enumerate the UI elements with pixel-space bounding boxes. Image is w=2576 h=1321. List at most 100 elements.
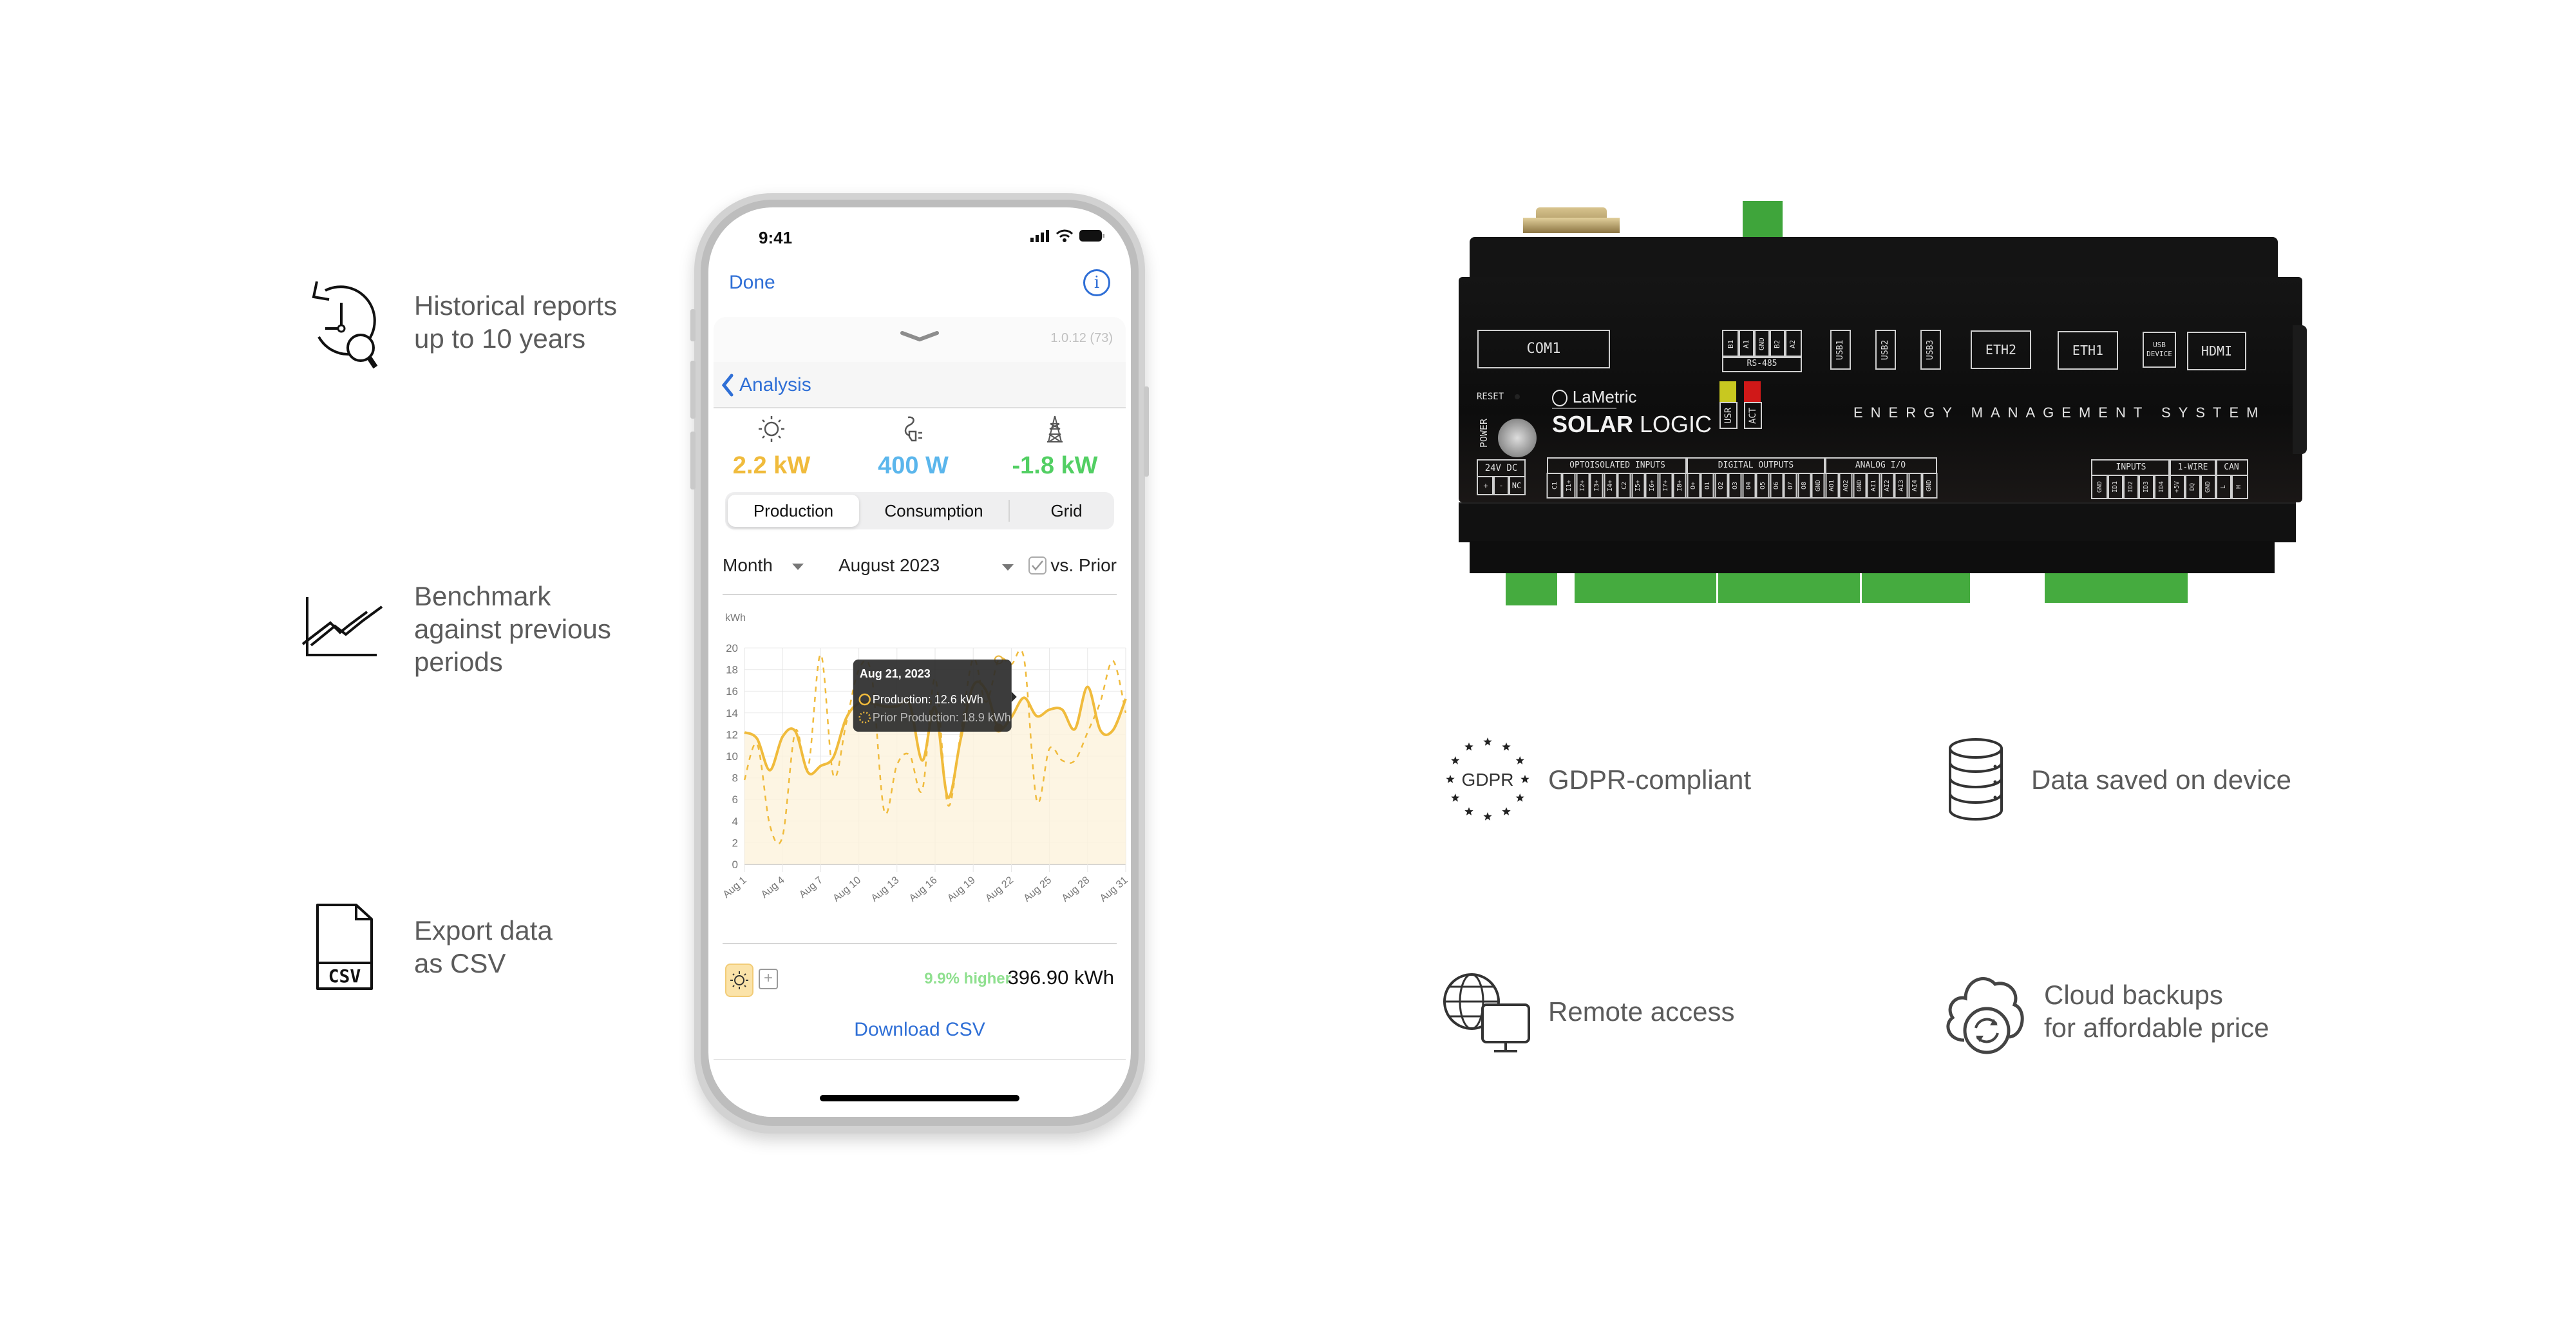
y-tick-label: 4 [732,815,738,828]
nav-bar: Analysis [714,362,1126,408]
remote-access-icon [1443,973,1530,1052]
star-icon [1446,775,1455,783]
production-toggle-button[interactable] [725,964,753,997]
production-chart[interactable]: kWh 0 2 4 6 8 10 12 14 16 18 20 Aug 1 Aug 4 Aug 7 Aug 1… [720,602,1131,924]
io-group-label: ANALOG I/O [1824,457,1937,474]
lametric-logo-icon [1552,389,1567,406]
energy-management-label: ENERGY MANAGEMENT SYSTEM [1853,404,2266,421]
rs485-terminal-block [1743,201,1783,237]
x-tick-label: Aug 22 [983,875,1016,904]
feature-cloud-backups: Cloud backups for affordable price [1938,966,2269,1056]
month-select[interactable]: August 2023 [838,555,1014,576]
device-lower-rail [1459,502,2296,542]
period-select[interactable]: Month [723,555,804,576]
phone-screen: 9:41 Done i 1.0.12 (73) Analysis 2.2 kW [708,207,1131,1117]
rs485-label: B1 A1 GND B2 A2 RS-485 [1722,330,1802,372]
feature-text: Benchmark against previous periods [414,581,611,677]
wifi-icon [1056,229,1073,242]
chevron-down-icon[interactable] [900,330,939,343]
star-icon [1464,742,1473,751]
y-tick-label: 6 [732,794,738,806]
act-led [1744,381,1761,402]
phone-mockup: 9:41 Done i 1.0.12 (73) Analysis 2.2 kW [690,193,1149,1134]
power-button[interactable] [1498,419,1537,457]
power-input-label: 24V DC + - NC [1477,459,1526,495]
aux-terminal-block [2045,573,2188,603]
back-button[interactable]: Analysis [721,374,811,397]
compare-prior-toggle[interactable]: vs. Prior [1028,555,1117,576]
analysis-content: 2.2 kW 400 W -1.8 kW Production Consumpt… [714,408,1130,1117]
svg-text:CSV: CSV [328,965,361,987]
aux-group-label: INPUTS [2091,459,2171,476]
checkbox-checked-icon[interactable] [1028,556,1047,575]
com1-port-label: COM1 [1477,330,1610,368]
x-tick-label: Aug 16 [907,875,940,904]
y-tick-label: 12 [726,728,738,741]
back-label: Analysis [739,374,811,395]
feature-historical-reports: Historical reports up to 10 years [299,274,617,370]
phone-side-button [690,432,696,489]
feature-text: Data saved on device [2031,764,2291,795]
product-name-bold: SOLAR [1552,411,1633,437]
tooltip-line-production: Production: 12.6 kWh [873,693,983,706]
feature-text: Remote access [1548,996,1735,1027]
reset-label: RESET [1477,392,1504,402]
tab-production[interactable]: Production [728,495,859,527]
phone-side-button [690,361,696,419]
y-axis-label: kWh [725,613,746,623]
io-pin-label: GND [1920,473,1937,499]
rs485-pin-label: A2 [1784,330,1802,358]
solar-logic-device: COM1 B1 A1 GND B2 A2 RS-485 USB1 USB2 USB3 ETH2… [1455,193,2307,631]
add-series-button[interactable]: + [759,969,778,989]
done-button[interactable]: Done [729,272,775,294]
metric-value: 400 W [878,452,949,479]
tooltip-line-prior: Prior Production: 18.9 kWh [873,711,1011,724]
y-tick-label: 8 [732,772,738,784]
change-percent: 9.9% higher [924,970,1011,987]
device-bottom-rail [1470,541,2275,573]
usr-led-label: USR [1719,402,1738,429]
caret-down-icon [791,563,804,570]
x-tick-label: Aug 1 [721,875,749,900]
reset-button[interactable] [1515,394,1520,399]
home-indicator[interactable] [820,1095,1019,1101]
metric-value: 2.2 kW [732,452,811,479]
tab-consumption[interactable]: Consumption [862,492,1006,529]
tab-grid[interactable]: Grid [1011,492,1122,529]
status-time: 9:41 [759,228,793,247]
usb-port-labels: USB1 USB2 USB3 [1830,330,1959,370]
aux-group-label: CAN [2215,459,2248,476]
compare-label: vs. Prior [1050,555,1117,575]
download-csv-button[interactable]: Download CSV [714,1019,1126,1041]
sun-icon [759,416,784,442]
feature-export-csv: CSV Export data as CSV [299,898,553,995]
power-label: POWER [1478,419,1490,448]
feature-remote-access: Remote access [1443,966,1734,1056]
chart-svg[interactable]: kWh02468101214161820Aug 1 Aug 4 Aug 7 Aug 1… [720,602,1131,924]
y-tick-label: 20 [726,642,738,654]
gdpr-icon: GDPR [1446,737,1530,821]
io-group-label: OPTOISOLATED INPUTS [1547,457,1688,474]
db9-flange [1523,218,1620,233]
aux-pin-label: H [2230,475,2248,499]
y-tick-label: 10 [726,750,738,763]
star-icon [1483,812,1492,821]
signal-icon [1030,230,1049,242]
feature-data-on-device: Data saved on device [1938,734,2291,824]
inputs-terminal-block [1575,573,1716,603]
eth2-port-label: ETH2 [1971,330,2031,369]
x-tick-label: Aug 7 [797,875,825,900]
power-tower-icon [1047,415,1063,442]
x-tick-label: Aug 13 [869,875,902,904]
feature-benchmark: Benchmark against previous periods [299,580,611,678]
feature-text: GDPR-compliant [1548,764,1752,795]
x-tick-label: Aug 4 [759,875,787,900]
history-search-icon [312,281,378,369]
analog-terminal-block [1862,573,1970,603]
x-tick-label: Aug 31 [1098,875,1130,904]
star-icon [1483,737,1492,746]
phone-side-button [690,309,696,341]
info-button[interactable]: i [1083,269,1110,296]
y-tick-label: 18 [726,664,738,676]
power-terminal-block [1506,573,1557,605]
